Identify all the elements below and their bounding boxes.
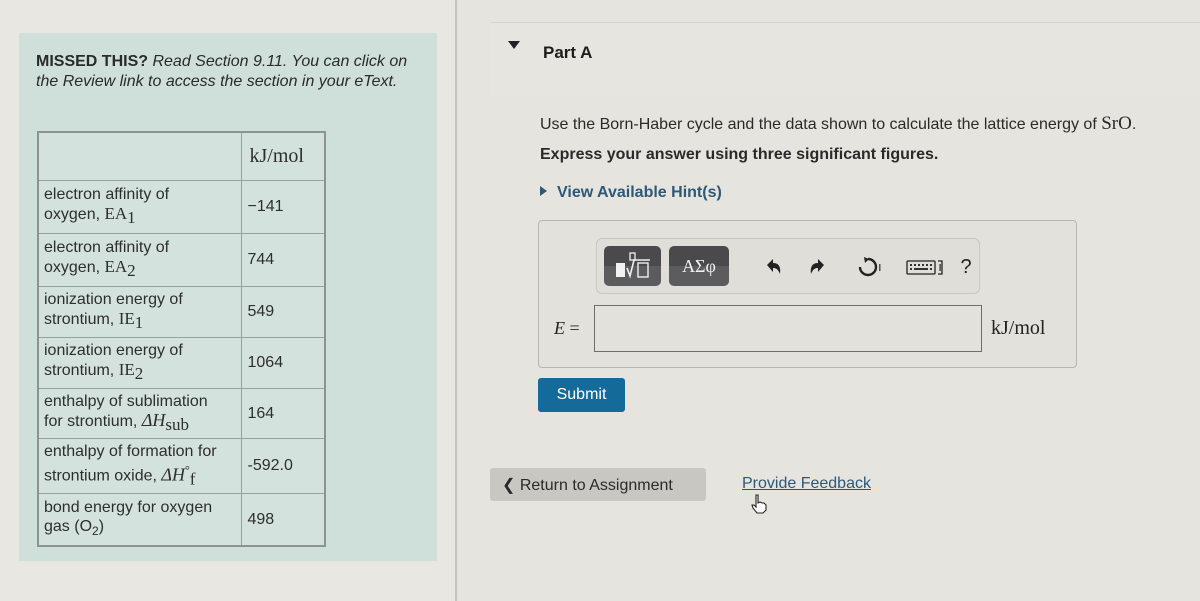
row-value: 164 — [240, 387, 326, 439]
missed-this-prefix: MISSED THIS? — [36, 53, 149, 70]
row-label: ionization energy of strontium, IE1 — [37, 285, 242, 338]
answer-input[interactable] — [594, 305, 982, 352]
undo-icon — [767, 259, 781, 274]
return-to-assignment-button[interactable]: ❮ Return to Assignment — [490, 468, 706, 501]
instruction-text: Express your answer using three signific… — [540, 146, 939, 163]
row-value: 549 — [240, 285, 326, 338]
row-label: electron affinity of oxygen, EA1 — [37, 179, 242, 234]
greek-symbols-button[interactable]: ΑΣφ — [669, 246, 729, 286]
formula: SrO — [1101, 113, 1132, 134]
table-header-row: kJ/mol — [37, 131, 326, 181]
table-row: ionization energy of strontium, IE2 1064 — [37, 336, 326, 389]
reset-icon — [858, 257, 881, 277]
missed-this-text: MISSED THIS? Read Section 9.11. You can … — [36, 52, 426, 92]
help-button[interactable]: ? — [958, 256, 974, 278]
view-hints-link[interactable]: View Available Hint(s) — [540, 184, 722, 202]
reset-button[interactable] — [853, 256, 883, 278]
table-row: bond energy for oxygen gas (O2) 498 — [37, 492, 326, 547]
answer-unit: kJ/mol — [991, 317, 1046, 339]
data-table: kJ/mol electron affinity of oxygen, EA1 … — [37, 131, 326, 547]
table-row: ionization energy of strontium, IE1 549 — [37, 285, 326, 338]
row-value: 498 — [240, 492, 326, 547]
part-title[interactable]: Part A — [543, 43, 592, 63]
answer-variable-label: E = — [554, 318, 580, 338]
table-row: enthalpy of sublimation for strontium, Δ… — [37, 387, 326, 439]
hand-cursor-icon — [750, 494, 768, 519]
row-value: -592.0 — [240, 437, 326, 494]
row-value: 1064 — [240, 336, 326, 389]
part-header-bar[interactable] — [490, 22, 1200, 96]
table-row: electron affinity of oxygen, EA1 −141 — [37, 179, 326, 234]
row-label: bond energy for oxygen gas (O2) — [37, 492, 242, 547]
header-empty-cell — [37, 131, 242, 181]
question-text: Use the Born-Haber cycle and the data sh… — [540, 113, 1137, 134]
row-label: enthalpy of sublimation for strontium, Δ… — [37, 387, 242, 439]
provide-feedback-link[interactable]: Provide Feedback — [742, 475, 871, 493]
templates-icon — [615, 252, 650, 279]
row-value: −141 — [240, 179, 326, 234]
submit-button[interactable]: Submit — [538, 378, 625, 412]
row-value: 744 — [240, 232, 326, 287]
table-row: enthalpy of formation for strontium oxid… — [37, 437, 326, 494]
undo-button[interactable] — [763, 256, 785, 278]
keyboard-button[interactable] — [905, 256, 947, 278]
redo-button[interactable] — [806, 256, 828, 278]
header-unit: kJ/mol — [240, 131, 326, 181]
redo-icon — [810, 259, 824, 274]
keyboard-icon — [906, 260, 943, 275]
row-label: ionization energy of strontium, IE2 — [37, 336, 242, 389]
collapse-caret-icon[interactable] — [508, 41, 520, 49]
templates-button[interactable] — [604, 246, 661, 286]
row-label: electron affinity of oxygen, EA2 — [37, 232, 242, 287]
table-row: electron affinity of oxygen, EA2 744 — [37, 232, 326, 287]
row-label: enthalpy of formation for strontium oxid… — [37, 437, 242, 494]
help-icon: ? — [960, 255, 972, 278]
greek-label: ΑΣφ — [682, 255, 716, 276]
expand-triangle-icon — [540, 186, 547, 196]
